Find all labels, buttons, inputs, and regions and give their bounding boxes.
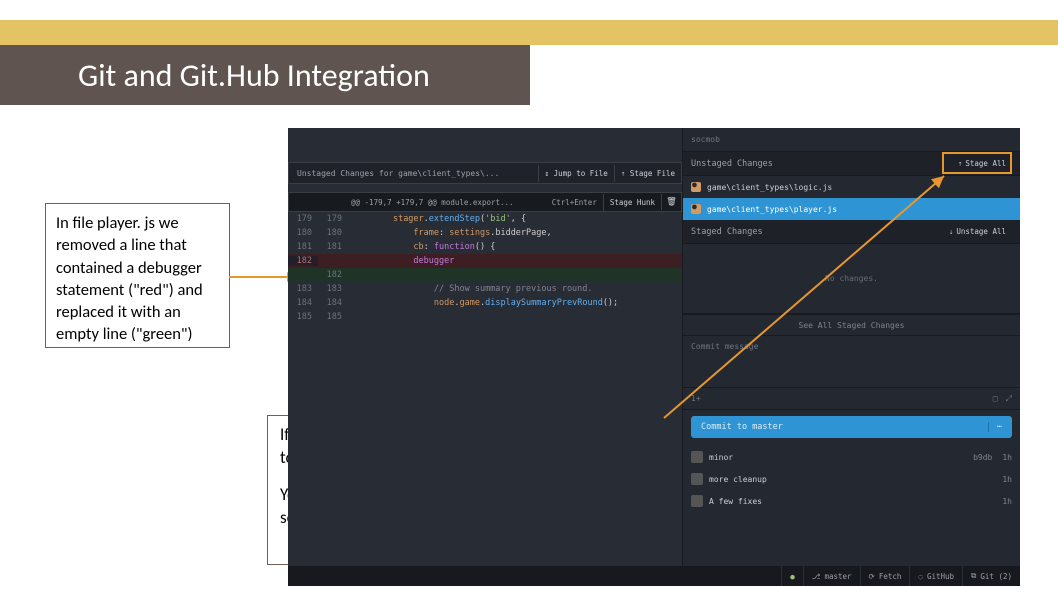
line-number-new: 181: [318, 242, 348, 252]
diff-line[interactable]: 181181 cb: function() {: [288, 240, 682, 254]
diff-toolbar: Unstaged Changes for game\client_types\.…: [288, 162, 682, 184]
avatar: [691, 495, 703, 507]
line-number-old: 185: [288, 312, 318, 322]
slide-gold-bar: [0, 20, 1058, 45]
slide-title: Git and Git.Hub Integration: [78, 56, 430, 95]
commit-meta-bar: 1+ □ ⤢: [683, 388, 1020, 410]
avatar: [691, 451, 703, 463]
line-text: [348, 270, 682, 280]
commit-split-icon[interactable]: ⋯: [988, 422, 1002, 432]
history-age: 1h: [1002, 497, 1012, 506]
line-number-new: 183: [318, 284, 348, 294]
staged-title: Staged Changes: [691, 227, 763, 237]
amend-icon[interactable]: □: [993, 394, 998, 404]
commit-branch-indicator: 1+: [691, 394, 701, 403]
stage-all-label: Stage All: [965, 159, 1006, 168]
status-git-files[interactable]: ⧉ Git (2): [962, 566, 1020, 586]
staged-header: Staged Changes ⇣ Unstage All: [683, 220, 1020, 244]
history-age: 1h: [1002, 453, 1012, 462]
git-sidebar: socmob Unstaged Changes ⇡ Stage All game…: [682, 128, 1020, 586]
hunk-header: @@ -179,7 +179,7 @@ module.export... Ctr…: [288, 192, 682, 212]
history-msg: minor: [709, 453, 733, 462]
file-modified-icon: [691, 182, 701, 192]
line-number-new: 182: [318, 270, 348, 280]
history-age: 1h: [1002, 475, 1012, 484]
diff-code: 179179 stager.extendStep('bid', {180180 …: [288, 212, 682, 324]
expand-icon[interactable]: ⤢: [1006, 394, 1012, 404]
editor-panel: Unstaged Changes for game\client_types\.…: [288, 128, 1020, 586]
line-number-old: 183: [288, 284, 318, 294]
diff-line[interactable]: 179179 stager.extendStep('bid', {: [288, 212, 682, 226]
line-number-old: 180: [288, 228, 318, 238]
status-fetch-button[interactable]: ⟳ Fetch: [860, 566, 910, 586]
see-all-staged-button[interactable]: See All Staged Changes: [683, 314, 1020, 336]
commit-history: minor b9db 1h more cleanup 1h A few fixes 1h: [683, 444, 1020, 512]
slide-title-band: Git and Git.Hub Integration: [0, 45, 530, 105]
diff-file-label: Unstaged Changes for game\client_types\.…: [289, 169, 507, 178]
unstaged-file-path: game\client_types\logic.js: [707, 183, 832, 192]
line-number-new: 180: [318, 228, 348, 238]
line-text: debugger: [348, 256, 682, 266]
unstage-all-button[interactable]: ⇣ Unstage All: [943, 224, 1012, 239]
hunk-range: @@ -179,7 +179,7 @@ module.export...: [351, 198, 514, 207]
jump-to-file-button[interactable]: ↕ Jump to File: [538, 165, 614, 182]
unstage-all-icon: ⇣: [949, 227, 954, 236]
status-branch[interactable]: ⎇ master: [803, 566, 860, 586]
line-number-new: 179: [318, 214, 348, 224]
diff-line[interactable]: 184184 node.game.displaySummaryPrevRound…: [288, 296, 682, 310]
arrow-to-diff: [229, 276, 289, 278]
stage-all-icon: ⇡: [958, 159, 963, 168]
history-msg: A few fixes: [709, 497, 762, 506]
history-commit[interactable]: minor b9db 1h: [683, 446, 1020, 468]
unstaged-title: Unstaged Changes: [691, 159, 773, 169]
commit-button[interactable]: Commit to master ⋯: [691, 416, 1012, 438]
commit-message-placeholder: Commit message: [691, 342, 758, 351]
line-text: // Show summary previous round.: [348, 284, 682, 294]
file-modified-icon: [691, 204, 701, 214]
status-bar: ● ⎇ master ⟳ Fetch ◌ GitHub ⧉ Git (2): [288, 566, 1020, 586]
discard-hunk-button[interactable]: 🗑: [661, 194, 681, 210]
stage-all-button[interactable]: ⇡ Stage All: [952, 156, 1012, 171]
repo-search[interactable]: socmob: [683, 128, 1020, 152]
unstaged-file[interactable]: game\client_types\player.js: [683, 198, 1020, 220]
unstaged-header: Unstaged Changes ⇡ Stage All: [683, 152, 1020, 176]
commit-button-label: Commit to master: [701, 422, 783, 432]
unstage-all-label: Unstage All: [956, 227, 1006, 236]
callout-playerjs-text: In file player. js we removed a line tha…: [56, 213, 203, 344]
line-number-new: 185: [318, 312, 348, 322]
line-text: frame: settings.bidderPage,: [348, 228, 682, 238]
callout-playerjs: In file player. js we removed a line tha…: [45, 203, 230, 348]
history-msg: more cleanup: [709, 475, 767, 484]
diff-line[interactable]: 180180 frame: settings.bidderPage,: [288, 226, 682, 240]
history-commit[interactable]: more cleanup 1h: [683, 468, 1020, 490]
history-hash: b9db: [973, 453, 992, 462]
stage-hunk-button[interactable]: Stage Hunk: [603, 194, 661, 211]
commit-message-input[interactable]: Commit message: [683, 336, 1020, 388]
staged-empty: No changes.: [683, 244, 1020, 314]
avatar: [691, 473, 703, 485]
repo-search-text: socmob: [691, 135, 720, 144]
diff-line[interactable]: 185185: [288, 310, 682, 324]
status-diff-indicator[interactable]: ●: [781, 566, 803, 586]
hunk-shortcut: Ctrl+Enter: [546, 194, 603, 211]
diff-line[interactable]: 182: [288, 268, 682, 282]
line-number-old: 184: [288, 298, 318, 308]
line-number-old: 181: [288, 242, 318, 252]
line-text: cb: function() {: [348, 242, 682, 252]
line-number-old: 179: [288, 214, 318, 224]
history-commit[interactable]: A few fixes 1h: [683, 490, 1020, 512]
line-text: node.game.displaySummaryPrevRound();: [348, 298, 682, 308]
see-all-staged-label: See All Staged Changes: [799, 321, 905, 330]
line-number-new: 184: [318, 298, 348, 308]
line-number-old: 182: [288, 256, 318, 266]
diff-line[interactable]: 182 debugger: [288, 254, 682, 268]
status-github-button[interactable]: ◌ GitHub: [909, 566, 962, 586]
stage-file-button[interactable]: ⇡ Stage File: [614, 165, 681, 182]
unstaged-file[interactable]: game\client_types\logic.js: [683, 176, 1020, 198]
diff-line[interactable]: 183183 // Show summary previous round.: [288, 282, 682, 296]
unstaged-file-path: game\client_types\player.js: [707, 205, 837, 214]
staged-empty-text: No changes.: [825, 274, 878, 283]
line-text: stager.extendStep('bid', {: [348, 214, 682, 224]
